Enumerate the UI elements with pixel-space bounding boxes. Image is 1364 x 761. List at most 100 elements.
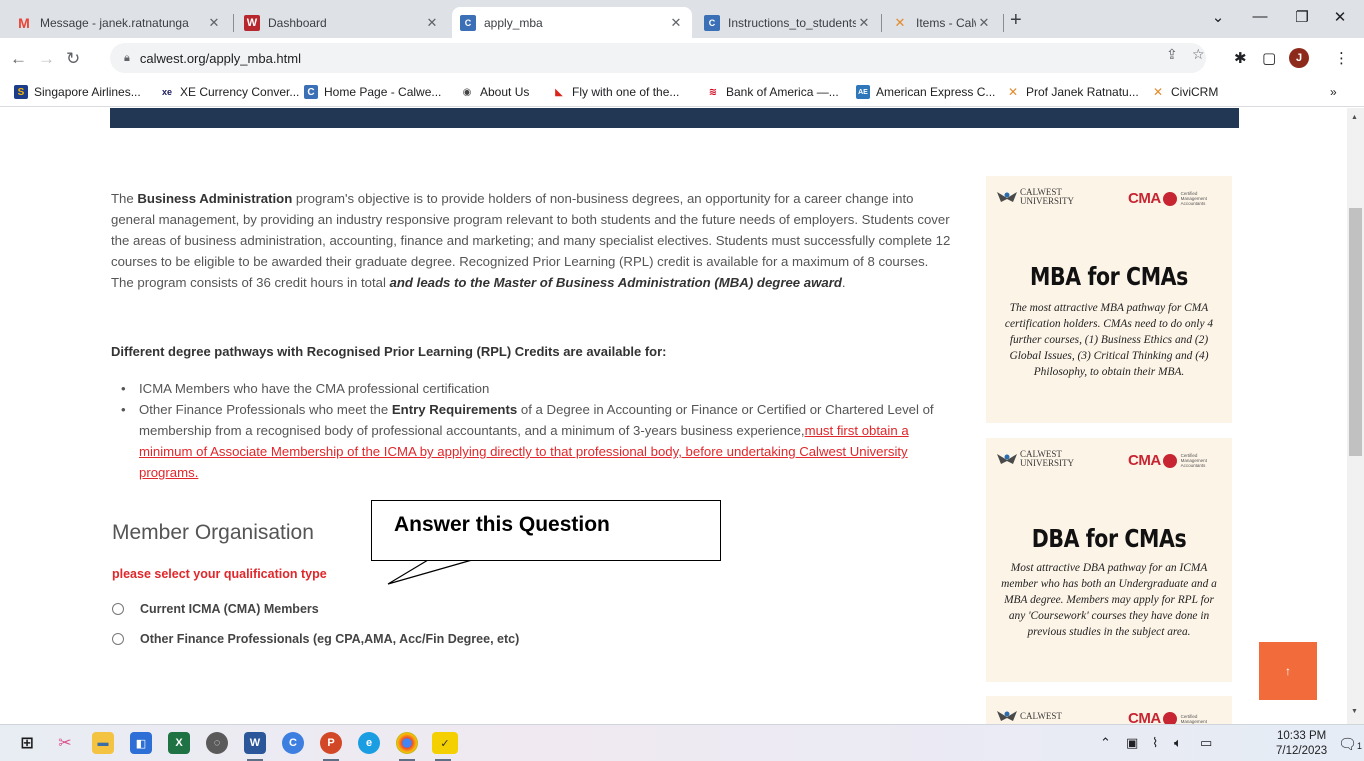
close-icon[interactable]: ✕ — [206, 15, 222, 31]
menu-icon[interactable]: ⋮ — [1334, 49, 1349, 67]
cortana-icon[interactable]: C — [282, 732, 304, 754]
amex-icon: AE — [856, 85, 870, 99]
radio-button[interactable] — [112, 633, 124, 645]
powerpoint-icon[interactable]: P — [320, 732, 342, 761]
tab-divider — [881, 14, 882, 32]
bookmark-civicrm[interactable]: ✕ CiviCRM — [1151, 85, 1218, 99]
app-icon[interactable]: ◧ — [130, 732, 152, 754]
ad-logos: CALWEST UNIVERSITY CMA Certified Managem… — [996, 188, 1226, 214]
new-tab-icon[interactable]: + — [1010, 9, 1022, 32]
intro-bold: Business Administration — [137, 191, 293, 206]
bookmark-label: XE Currency Conver... — [180, 85, 300, 99]
bookmark-prof-janek[interactable]: ✕ Prof Janek Ratnatu... — [1006, 85, 1139, 99]
calwest-logo: CALWEST UNIVERSITY — [996, 188, 1074, 206]
tab-dashboard[interactable]: W Dashboard ✕ — [236, 7, 448, 38]
wifi-icon[interactable]: ⌇ — [1152, 735, 1158, 751]
ad-partial[interactable]: CALWEST CMA Certified Management — [986, 696, 1232, 724]
tab-title: Instructions_to_students_Pro — [728, 15, 856, 30]
close-icon[interactable]: ✕ — [668, 15, 684, 31]
file-explorer-icon[interactable]: ▬ — [92, 732, 114, 754]
address-bar[interactable]: 🔒︎ calwest.org/apply_mba.html — [110, 43, 1206, 73]
close-icon[interactable]: ✕ — [424, 15, 440, 31]
snipping-tool-icon[interactable]: ✂ — [54, 732, 76, 754]
ad-dba-for-cmas[interactable]: CALWEST UNIVERSITY CMA Certified Managem… — [986, 438, 1232, 682]
clock-time: 10:33 PM — [1276, 730, 1327, 742]
tab-apply-mba[interactable]: C apply_mba ✕ — [452, 7, 692, 38]
tray-chevron-icon[interactable]: ⌃ — [1100, 735, 1111, 751]
list-item: Other Finance Professionals who meet the… — [121, 399, 951, 483]
page-viewport: The Business Administration program's ob… — [0, 108, 1347, 724]
edge-icon[interactable]: e — [358, 732, 380, 754]
window-close-icon[interactable]: ✕ — [1330, 8, 1350, 26]
word-icon[interactable]: W — [244, 732, 266, 761]
tab-items[interactable]: ✕ Items - Calwest University - ✕ — [884, 7, 1000, 38]
todo-app-icon[interactable]: ✓ — [432, 732, 458, 761]
airline-tail-icon: ◣ — [555, 86, 563, 98]
side-panel-icon[interactable]: ▢ — [1262, 49, 1276, 67]
profile-avatar[interactable]: J — [1289, 48, 1309, 68]
tab-search-icon[interactable]: ⌄ — [1208, 8, 1228, 26]
maximize-icon[interactable]: ❐ — [1292, 8, 1312, 26]
minimize-icon[interactable]: — — [1250, 8, 1270, 25]
system-clock[interactable]: 10:33 PM 7/12/2023 — [1276, 729, 1327, 759]
program-description: The Business Administration program's ob… — [111, 188, 951, 293]
url-text[interactable]: calwest.org/apply_mba.html — [140, 51, 301, 66]
tab-instructions[interactable]: C Instructions_to_students_Pro ✕ — [696, 7, 880, 38]
tab-strip: M Message - janek.ratnatunga ✕ W Dashboa… — [0, 0, 1364, 38]
option-label[interactable]: Other Finance Professionals (eg CPA,AMA,… — [140, 632, 519, 646]
bookmark-label: Prof Janek Ratnatu... — [1026, 85, 1139, 99]
intro-text: . — [841, 275, 846, 290]
list-item-text: Other Finance Professionals who meet the — [139, 402, 392, 417]
bookmark-fly[interactable]: ◣ Fly with one of the... — [552, 85, 679, 99]
option-current-icma[interactable]: Current ICMA (CMA) Members — [112, 602, 319, 616]
scroll-down-icon[interactable]: ▼ — [1351, 708, 1358, 715]
bookmark-american-express[interactable]: AE American Express C... — [856, 85, 995, 99]
close-icon[interactable]: ✕ — [976, 15, 992, 31]
forward-icon[interactable]: → — [38, 49, 55, 69]
battery-icon[interactable]: ▭ — [1200, 735, 1212, 751]
bookmark-xe-currency[interactable]: xe XE Currency Conver... — [160, 85, 299, 99]
volume-icon[interactable]: 🔈︎ — [1174, 735, 1182, 751]
bookmark-about-us[interactable]: ◉ About Us — [460, 85, 530, 99]
windows-start-icon[interactable]: ⊞ — [16, 732, 38, 754]
bookmark-label: American Express C... — [876, 85, 996, 99]
excel-icon[interactable]: X — [168, 732, 190, 754]
bookmark-bank-of-america[interactable]: ≋ Bank of America —... — [706, 85, 839, 99]
taskbar: ⊞ ✂ ▬ ◧ X ◌ W C P e ✓ ⌃ ▣ ⌇ 🔈︎ ▭ 10:33 P… — [0, 724, 1364, 761]
close-icon[interactable]: ✕ — [856, 15, 872, 31]
back-icon[interactable]: ← — [10, 49, 27, 69]
option-label[interactable]: Current ICMA (CMA) Members — [140, 602, 319, 616]
chrome-icon[interactable] — [396, 732, 418, 761]
bookmarks-overflow[interactable]: » — [1330, 85, 1337, 99]
input-icon[interactable]: ▣ — [1126, 735, 1138, 751]
civicrm-icon: ✕ — [1007, 85, 1019, 99]
word-icon: W — [244, 14, 260, 31]
share-icon[interactable]: ⇪ — [1166, 46, 1178, 63]
site-icon: C — [704, 14, 720, 31]
scrollbar-thumb[interactable] — [1349, 208, 1362, 456]
bookmark-home-page[interactable]: C Home Page - Calwe... — [304, 85, 441, 99]
bookmark-label: CiviCRM — [1171, 85, 1219, 99]
ad-mba-for-cmas[interactable]: CALWEST UNIVERSITY CMA Certified Managem… — [986, 176, 1232, 423]
tab-gmail[interactable]: M Message - janek.ratnatunga ✕ — [8, 7, 230, 38]
reload-icon[interactable]: ↻ — [66, 49, 80, 69]
notification-icon[interactable]: 🗨︎1 — [1338, 735, 1362, 753]
header-banner — [110, 108, 1239, 128]
bookmark-star-icon[interactable]: ☆ — [1192, 46, 1205, 63]
scroll-to-top-button[interactable]: ↑ — [1259, 642, 1317, 700]
bookmark-label: Singapore Airlines... — [34, 85, 141, 99]
extensions-icon[interactable]: ✱ — [1234, 49, 1247, 67]
scroll-up-icon[interactable]: ▲ — [1351, 114, 1358, 121]
gmail-icon: M — [18, 14, 30, 31]
option-other-finance[interactable]: Other Finance Professionals (eg CPA,AMA,… — [112, 632, 519, 646]
bookmark-singapore-airlines[interactable]: S Singapore Airlines... — [14, 85, 141, 99]
tab-divider — [1003, 14, 1004, 32]
lock-icon[interactable]: 🔒︎ — [124, 52, 130, 65]
chat-icon[interactable]: ◌ — [206, 732, 228, 754]
radio-button[interactable] — [112, 603, 124, 615]
answer-question-callout: Answer this Question — [371, 500, 721, 561]
civicrm-icon: ✕ — [894, 14, 906, 30]
pathways-heading: Different degree pathways with Recognise… — [111, 344, 667, 359]
vertical-scrollbar[interactable]: ▲ ▼ — [1347, 108, 1364, 724]
xe-icon: xe — [161, 87, 172, 97]
